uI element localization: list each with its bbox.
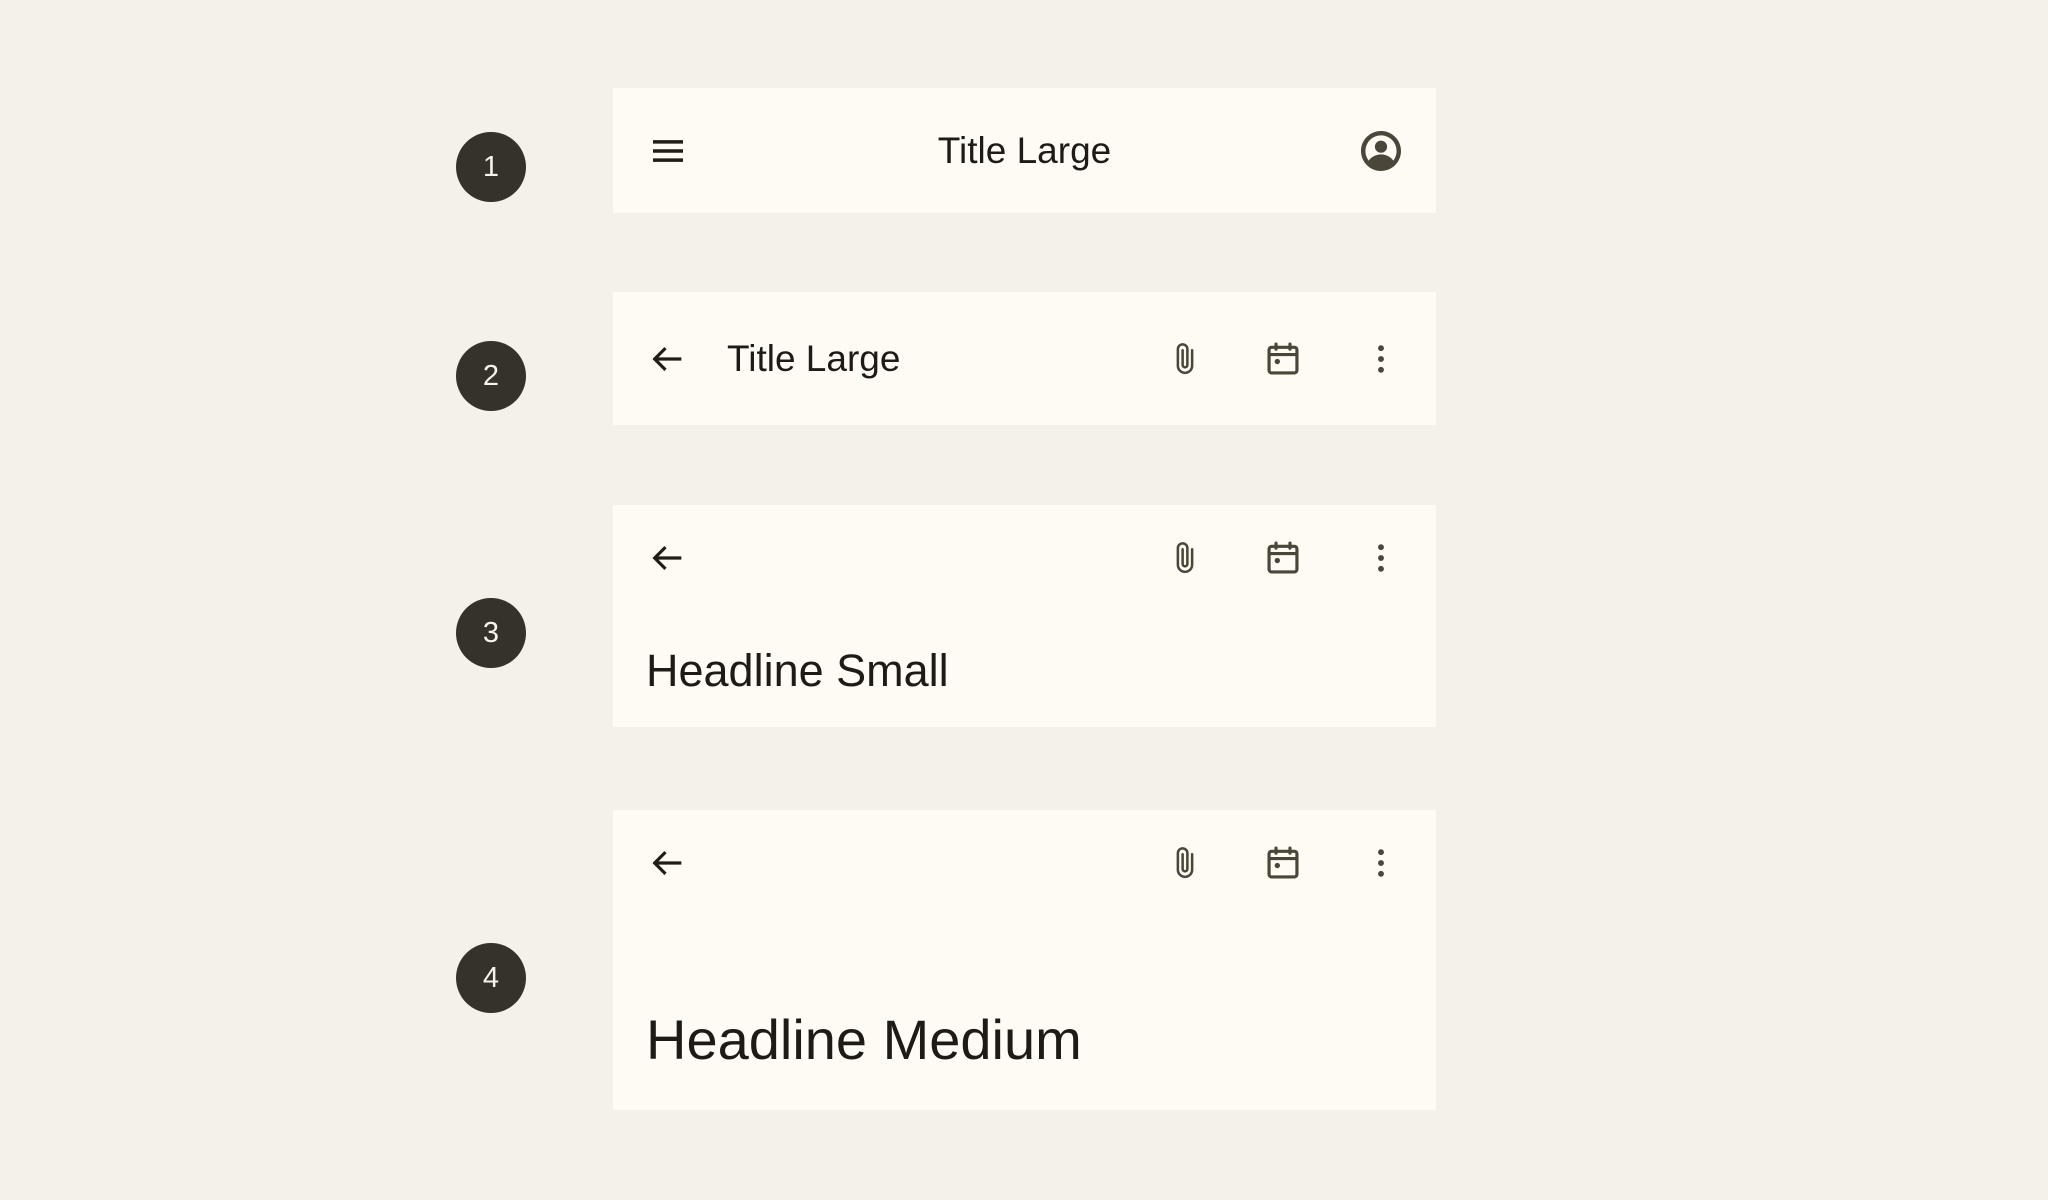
- arrow-back-icon: [648, 339, 688, 379]
- attach-button[interactable]: [1154, 328, 1216, 390]
- center-aligned-top-app-bar: Title Large: [613, 88, 1436, 213]
- annotation-badge-3: 3: [456, 598, 526, 668]
- calendar-button[interactable]: [1252, 328, 1314, 390]
- account-circle-icon: [1357, 127, 1405, 175]
- app-bar-row: Title Large: [613, 88, 1436, 213]
- attach-button[interactable]: [1154, 527, 1216, 589]
- arrow-back-icon: [648, 843, 688, 883]
- attach-button[interactable]: [1154, 832, 1216, 894]
- calendar-today-icon: [1264, 539, 1302, 577]
- annotation-badge-2: 2: [456, 341, 526, 411]
- annotation-badge-4: 4: [456, 943, 526, 1013]
- app-bar-row: [613, 810, 1436, 915]
- calendar-button[interactable]: [1252, 527, 1314, 589]
- app-bar-actions: [1154, 527, 1412, 589]
- back-button[interactable]: [637, 328, 699, 390]
- menu-button[interactable]: [637, 120, 699, 182]
- annotation-badge-label: 3: [482, 616, 500, 649]
- app-bar-row: Title Large: [613, 292, 1436, 425]
- headline: Headline Small: [646, 645, 949, 696]
- annotation-badge-1: 1: [456, 132, 526, 202]
- medium-top-app-bar: Headline Small: [613, 505, 1436, 727]
- calendar-button[interactable]: [1252, 832, 1314, 894]
- large-top-app-bar: Headline Medium: [613, 810, 1436, 1110]
- account-button[interactable]: [1350, 120, 1412, 182]
- attachment-icon: [1166, 539, 1204, 577]
- more-vert-icon: [1362, 539, 1400, 577]
- attachment-icon: [1166, 844, 1204, 882]
- annotation-badge-label: 1: [482, 150, 500, 183]
- page-title: Title Large: [727, 337, 901, 379]
- more-vert-icon: [1362, 844, 1400, 882]
- headline: Headline Medium: [646, 1008, 1082, 1071]
- calendar-today-icon: [1264, 844, 1302, 882]
- page-title: Title Large: [937, 129, 1112, 171]
- annotation-badge-label: 4: [482, 961, 500, 994]
- back-button[interactable]: [637, 527, 699, 589]
- attachment-icon: [1166, 340, 1204, 378]
- app-bar-actions: [1154, 328, 1412, 390]
- more-options-button[interactable]: [1350, 328, 1412, 390]
- app-bar-variants-diagram: 1 2 3 4 Title Large Title Large Headline…: [0, 0, 2048, 1200]
- small-top-app-bar: Title Large: [613, 292, 1436, 425]
- calendar-today-icon: [1264, 340, 1302, 378]
- app-bar-row: [613, 505, 1436, 610]
- arrow-back-icon: [648, 538, 688, 578]
- more-options-button[interactable]: [1350, 527, 1412, 589]
- back-button[interactable]: [637, 832, 699, 894]
- more-vert-icon: [1362, 340, 1400, 378]
- more-options-button[interactable]: [1350, 832, 1412, 894]
- app-bar-actions: [1154, 832, 1412, 894]
- menu-icon: [648, 131, 688, 171]
- annotation-badge-label: 2: [482, 359, 500, 392]
